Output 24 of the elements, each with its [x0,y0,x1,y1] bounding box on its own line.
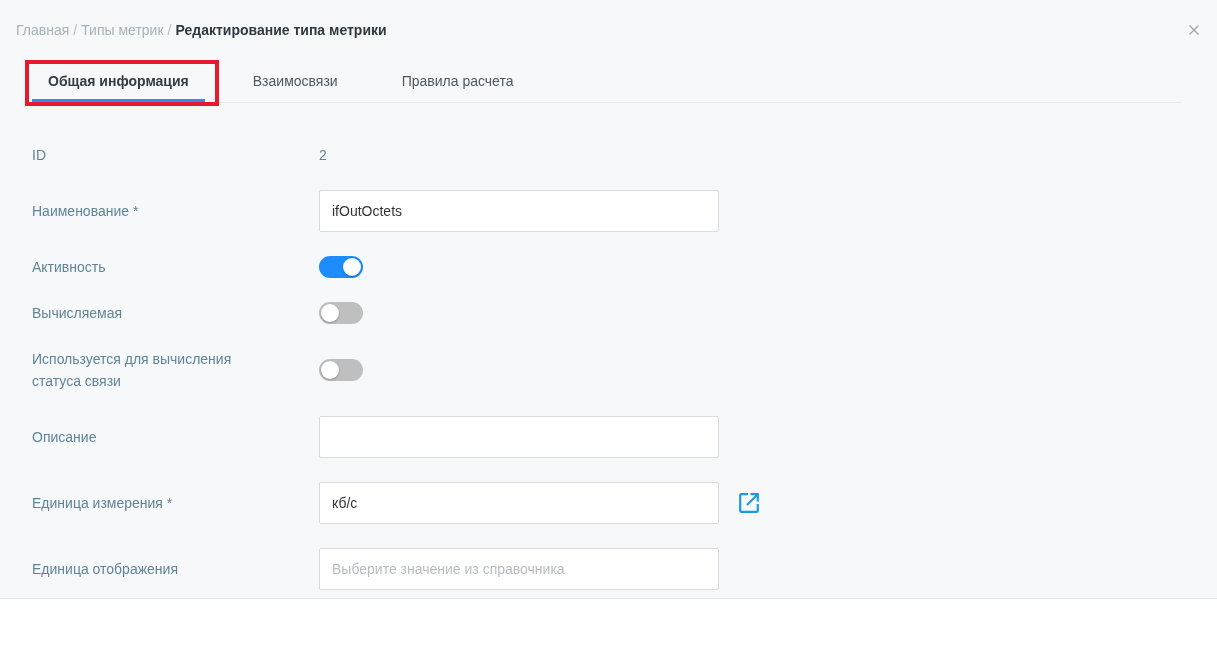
toggle-switch[interactable] [319,302,363,324]
breadcrumb-current: Редактирование типа метрики [175,20,387,40]
tab[interactable]: Правила расчета [385,60,530,102]
field-label: Наименование * [32,202,139,221]
field-label: Активность [32,258,106,277]
breadcrumb-separator: / [73,20,78,40]
field-label: Вычисляемая [32,304,123,323]
breadcrumb-separator: / [167,20,172,40]
toggle-switch[interactable] [319,256,363,278]
text-input[interactable]: кб/с [319,482,719,524]
text-input[interactable]: ifOutOctets [319,190,719,232]
field-label: Описание [32,428,97,447]
field-label: Единица отображения [32,560,178,579]
field-value: 2 [319,145,327,165]
tab[interactable]: Взаимосвязи [236,60,354,102]
close-icon[interactable] [1189,25,1199,35]
field-label: Единица измерения * [32,494,173,513]
tab[interactable]: Общая информация [32,64,205,102]
toggle-switch[interactable] [319,359,363,381]
text-input[interactable] [319,416,719,458]
field-label: ID [32,146,46,165]
text-input[interactable]: Выберите значение из справочника [319,548,719,590]
field-label: Используется для вычисления статуса связи [32,350,233,391]
external-link-icon[interactable] [739,493,759,513]
